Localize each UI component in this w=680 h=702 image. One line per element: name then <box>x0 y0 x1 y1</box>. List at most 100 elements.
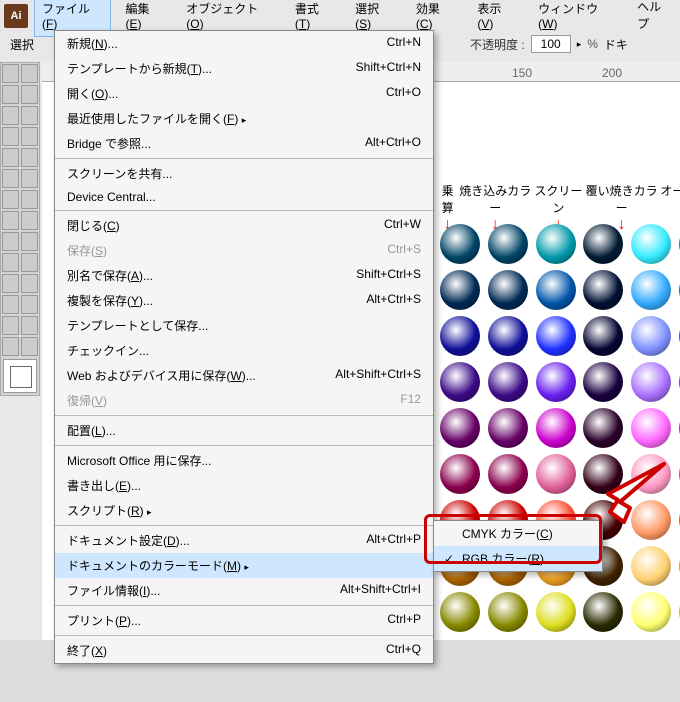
swatch-cell <box>676 268 680 312</box>
art-header: 乗算↓ <box>437 182 458 222</box>
swatch-cell <box>533 360 579 404</box>
tool-slice[interactable] <box>21 316 38 335</box>
file-menu-item[interactable]: 終了(X)Ctrl+Q <box>55 638 433 663</box>
swatch-cell <box>485 268 531 312</box>
color-mode-option[interactable]: CMYK カラー(C) <box>434 521 602 546</box>
swatch-cell <box>676 314 680 358</box>
ruler-tick: 200 <box>602 66 622 80</box>
file-menu-item[interactable]: 配置(L)... <box>55 418 433 443</box>
tool-line[interactable] <box>2 127 19 146</box>
app-logo: Ai <box>4 4 28 28</box>
tool-eyedrop[interactable] <box>2 274 19 293</box>
tool-hand[interactable] <box>2 337 19 356</box>
opacity-input[interactable]: 100 <box>531 35 571 53</box>
tool-eraser[interactable] <box>21 169 38 188</box>
swatch-cell <box>580 406 626 450</box>
swatch-cell <box>437 360 483 404</box>
fill-stroke-swatch[interactable] <box>3 359 37 393</box>
doc-label: ドキ <box>604 36 628 53</box>
file-menu-item[interactable]: テンプレートとして保存... <box>55 313 433 338</box>
app-window: Ai ファイル(F)編集(E)オブジェクト(O)書式(T)選択(S)効果(C)表… <box>0 0 680 640</box>
tool-blob[interactable] <box>2 169 19 188</box>
swatch-cell <box>580 314 626 358</box>
tool-blend[interactable] <box>21 274 38 293</box>
file-menu-item[interactable]: 別名で保存(A)...Shift+Ctrl+S <box>55 263 433 288</box>
tool-width[interactable] <box>2 211 19 230</box>
swatch-cell <box>437 406 483 450</box>
tool-zoom[interactable] <box>21 337 38 356</box>
tool-lasso[interactable] <box>21 85 38 104</box>
color-mode-option[interactable]: ✓RGB カラー(R) <box>434 546 602 571</box>
swatch-cell <box>533 452 579 496</box>
file-menu-item[interactable]: 書き出し(E)... <box>55 473 433 498</box>
swatch-cell <box>628 544 674 588</box>
tool-wand[interactable] <box>2 85 19 104</box>
file-menu-item[interactable]: ファイル情報(I)...Alt+Shift+Ctrl+I <box>55 578 433 603</box>
file-menu-item[interactable]: Device Central... <box>55 186 433 208</box>
file-menu-item[interactable]: 複製を保存(Y)...Alt+Ctrl+S <box>55 288 433 313</box>
file-menu-item[interactable]: スクリプト(R) ▸ <box>55 498 433 523</box>
swatch-cell <box>628 222 674 266</box>
swatch-cell <box>437 452 483 496</box>
artwork: 乗算↓焼き込みカラー↓スクリーン↓覆い焼きカラー↓オーバーレイ↓ <box>437 182 680 702</box>
tool-perspective[interactable] <box>21 232 38 251</box>
opacity-label: 不透明度 : <box>470 36 525 53</box>
swatch-cell <box>676 222 680 266</box>
swatch-cell <box>485 314 531 358</box>
swatch-cell <box>437 314 483 358</box>
tutorial-callout <box>604 456 674 529</box>
file-menu-item[interactable]: Microsoft Office 用に保存... <box>55 448 433 473</box>
swatch-cell <box>628 314 674 358</box>
swatch-cell <box>533 222 579 266</box>
swatch-cell <box>533 590 579 634</box>
tool-gradient[interactable] <box>21 253 38 272</box>
tool-pencil[interactable] <box>21 148 38 167</box>
tool-artboard[interactable] <box>2 316 19 335</box>
file-menu-item[interactable]: 新規(N)...Ctrl+N <box>55 31 433 56</box>
swatch-cell <box>676 406 680 450</box>
tool-brush[interactable] <box>2 148 19 167</box>
selection-label: 選択 <box>10 36 34 53</box>
swatch-cell <box>628 590 674 634</box>
swatch-cell <box>676 452 680 496</box>
file-menu-item[interactable]: スクリーンを共有... <box>55 161 433 186</box>
art-header: 焼き込みカラー↓ <box>458 182 532 222</box>
tool-direct-select[interactable] <box>21 64 38 83</box>
file-menu-item: 復帰(V)F12 <box>55 388 433 413</box>
swatch-cell <box>628 268 674 312</box>
tool-type[interactable] <box>21 106 38 125</box>
swatch-cell <box>437 222 483 266</box>
art-header: スクリーン↓ <box>532 182 584 222</box>
swatch-cell <box>485 360 531 404</box>
file-menu-item[interactable]: ドキュメント設定(D)...Alt+Ctrl+P <box>55 528 433 553</box>
tool-selection[interactable] <box>2 64 19 83</box>
file-menu-item[interactable]: Bridge で参照...Alt+Ctrl+O <box>55 131 433 156</box>
swatch-cell <box>533 406 579 450</box>
tool-rect[interactable] <box>21 127 38 146</box>
file-menu-item[interactable]: 閉じる(C)Ctrl+W <box>55 213 433 238</box>
tool-shape-builder[interactable] <box>2 232 19 251</box>
tool-symbol[interactable] <box>2 295 19 314</box>
tool-graph[interactable] <box>21 295 38 314</box>
swatch-cell <box>485 452 531 496</box>
file-menu: 新規(N)...Ctrl+Nテンプレートから新規(T)...Shift+Ctrl… <box>54 30 434 664</box>
file-menu-item[interactable]: チェックイン... <box>55 338 433 363</box>
tool-pen[interactable] <box>2 106 19 125</box>
file-menu-item[interactable]: プリント(P)...Ctrl+P <box>55 608 433 633</box>
file-menu-item[interactable]: テンプレートから新規(T)...Shift+Ctrl+N <box>55 56 433 81</box>
swatch-cell <box>580 590 626 634</box>
file-menu-item[interactable]: 開く(O)...Ctrl+O <box>55 81 433 106</box>
swatch-cell <box>628 360 674 404</box>
file-menu-item: 保存(S)Ctrl+S <box>55 238 433 263</box>
swatch-cell <box>485 590 531 634</box>
ruler-tick: 150 <box>512 66 532 80</box>
file-menu-item[interactable]: 最近使用したファイルを開く(F) ▸ <box>55 106 433 131</box>
file-menu-item[interactable]: Web およびデバイス用に保存(W)...Alt+Shift+Ctrl+S <box>55 363 433 388</box>
tool-scale[interactable] <box>21 190 38 209</box>
swatch-cell <box>628 406 674 450</box>
tool-rotate[interactable] <box>2 190 19 209</box>
opacity-dropdown-icon[interactable]: ▸ <box>577 39 582 50</box>
file-menu-item[interactable]: ドキュメントのカラーモード(M) ▸ <box>55 553 433 578</box>
tool-mesh[interactable] <box>2 253 19 272</box>
tool-free[interactable] <box>21 211 38 230</box>
